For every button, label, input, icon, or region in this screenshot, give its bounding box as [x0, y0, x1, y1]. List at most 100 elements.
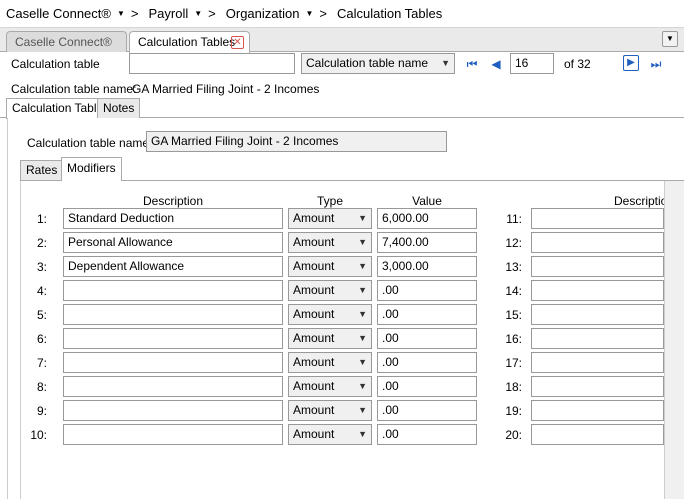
calculation-table-name-field[interactable]: GA Married Filing Joint - 2 Incomes [146, 131, 447, 152]
tab-label: Caselle Connect® [15, 35, 112, 49]
type-select[interactable]: Amount ▼ [288, 400, 372, 421]
tab-calculation-table[interactable]: Calculation Table [6, 98, 110, 119]
description-input[interactable] [63, 376, 283, 397]
row-number: 3: [36, 260, 47, 274]
last-record-icon[interactable]: ⏭ [649, 57, 663, 71]
tab-rates[interactable]: Rates [20, 160, 64, 180]
description-input-2[interactable] [531, 400, 664, 421]
description-input[interactable] [63, 304, 283, 325]
previous-record-icon[interactable]: ◀ [489, 57, 503, 71]
type-select[interactable]: Amount ▼ [288, 352, 372, 373]
chevron-down-icon: ▼ [358, 237, 367, 247]
summary-label: Calculation table name: [11, 82, 137, 96]
description-input-2[interactable] [531, 232, 664, 253]
next-record-icon[interactable]: ▶ [623, 55, 639, 71]
value-input[interactable]: .00 [377, 376, 477, 397]
breadcrumb-home[interactable]: Caselle Connect® [6, 6, 111, 21]
search-by-select[interactable]: Calculation table name ▼ [301, 53, 455, 74]
chevron-down-icon: ▼ [358, 381, 367, 391]
tab-notes[interactable]: Notes [97, 98, 141, 118]
type-value: Amount [293, 331, 335, 345]
row-number: 17: [505, 356, 522, 370]
description-input-2[interactable] [531, 280, 664, 301]
chevron-down-icon: ▼ [441, 58, 450, 68]
type-select[interactable]: Amount ▼ [288, 376, 372, 397]
first-record-icon[interactable]: ⏮ [465, 57, 479, 71]
row-number: 8: [36, 380, 47, 394]
type-value: Amount [293, 379, 335, 393]
value-input[interactable]: .00 [377, 328, 477, 349]
type-value: Amount [293, 355, 335, 369]
row-number: 5: [36, 308, 47, 322]
type-select[interactable]: Amount ▼ [288, 304, 372, 325]
row-number: 11: [506, 212, 522, 226]
chevron-down-icon: ▼ [358, 429, 367, 439]
breadcrumb-organization[interactable]: Organization [226, 6, 300, 21]
description-input-2[interactable] [531, 304, 664, 325]
type-select[interactable]: Amount ▼ [288, 208, 372, 229]
tab-strip: Caselle Connect® Calculation Tables ✕ [0, 28, 684, 53]
description-input[interactable] [63, 328, 283, 349]
description-input-2[interactable] [531, 208, 664, 229]
description-input[interactable] [63, 424, 283, 445]
dropdown-arrow-icon[interactable]: ▼ [194, 9, 202, 18]
row-number: 14: [505, 284, 522, 298]
type-select[interactable]: Amount ▼ [288, 232, 372, 253]
description-input[interactable] [63, 280, 283, 301]
description-input[interactable] [63, 400, 283, 421]
tab-label: Calculation Tables [138, 35, 236, 49]
value-input[interactable]: .00 [377, 280, 477, 301]
search-by-value: Calculation table name [306, 56, 429, 70]
row-number: 15: [505, 308, 522, 322]
breadcrumb-calculation-tables[interactable]: Calculation Tables [337, 6, 442, 21]
description-input[interactable]: Dependent Allowance [63, 256, 283, 277]
value-input[interactable]: 6,000.00 [377, 208, 477, 229]
tab-calculation-tables[interactable]: Calculation Tables ✕ [129, 31, 250, 53]
vertical-scrollbar[interactable] [664, 181, 684, 499]
form-name-label: Calculation table name: [27, 136, 153, 150]
description-input-2[interactable] [531, 424, 664, 445]
description-input[interactable] [63, 352, 283, 373]
chevron-down-icon: ▼ [358, 405, 367, 415]
separator: > [208, 6, 216, 21]
type-value: Amount [293, 283, 335, 297]
type-select[interactable]: Amount ▼ [288, 424, 372, 445]
type-value: Amount [293, 259, 335, 273]
breadcrumb-payroll[interactable]: Payroll [148, 6, 188, 21]
chevron-down-icon: ▼ [358, 333, 367, 343]
chevron-down-icon: ▼ [358, 357, 367, 367]
value-input[interactable]: .00 [377, 424, 477, 445]
calculation-table-search-input[interactable] [129, 53, 295, 74]
value-input[interactable]: 3,000.00 [377, 256, 477, 277]
inner-tabs: Rates Modifiers [20, 157, 684, 181]
summary-value: GA Married Filing Joint - 2 Incomes [132, 82, 320, 96]
value-input[interactable]: .00 [377, 352, 477, 373]
description-input-2[interactable] [531, 376, 664, 397]
chevron-down-icon: ▼ [358, 285, 367, 295]
dropdown-arrow-icon[interactable]: ▼ [305, 9, 313, 18]
type-select[interactable]: Amount ▼ [288, 280, 372, 301]
row-number: 20: [505, 428, 522, 442]
description-input[interactable]: Personal Allowance [63, 232, 283, 253]
chevron-down-icon: ▼ [358, 309, 367, 319]
record-count: of 32 [564, 57, 591, 71]
close-icon[interactable]: ✕ [231, 36, 244, 49]
row-number: 1: [36, 212, 47, 226]
type-select[interactable]: Amount ▼ [288, 256, 372, 277]
row-number: 12: [505, 236, 522, 250]
description-input[interactable]: Standard Deduction [63, 208, 283, 229]
description-input-2[interactable] [531, 352, 664, 373]
description-input-2[interactable] [531, 328, 664, 349]
type-select[interactable]: Amount ▼ [288, 328, 372, 349]
tab-caselle-connect[interactable]: Caselle Connect® [6, 31, 127, 52]
tab-modifiers[interactable]: Modifiers [61, 157, 122, 181]
value-input[interactable]: 7,400.00 [377, 232, 477, 253]
record-number-input[interactable]: 16 [510, 53, 554, 74]
value-input[interactable]: .00 [377, 400, 477, 421]
tab-list-menu-icon[interactable]: ▼ [662, 31, 678, 47]
dropdown-arrow-icon[interactable]: ▼ [117, 9, 125, 18]
description-input-2[interactable] [531, 256, 664, 277]
chevron-down-icon: ▼ [358, 261, 367, 271]
row-number: 9: [36, 404, 47, 418]
value-input[interactable]: .00 [377, 304, 477, 325]
